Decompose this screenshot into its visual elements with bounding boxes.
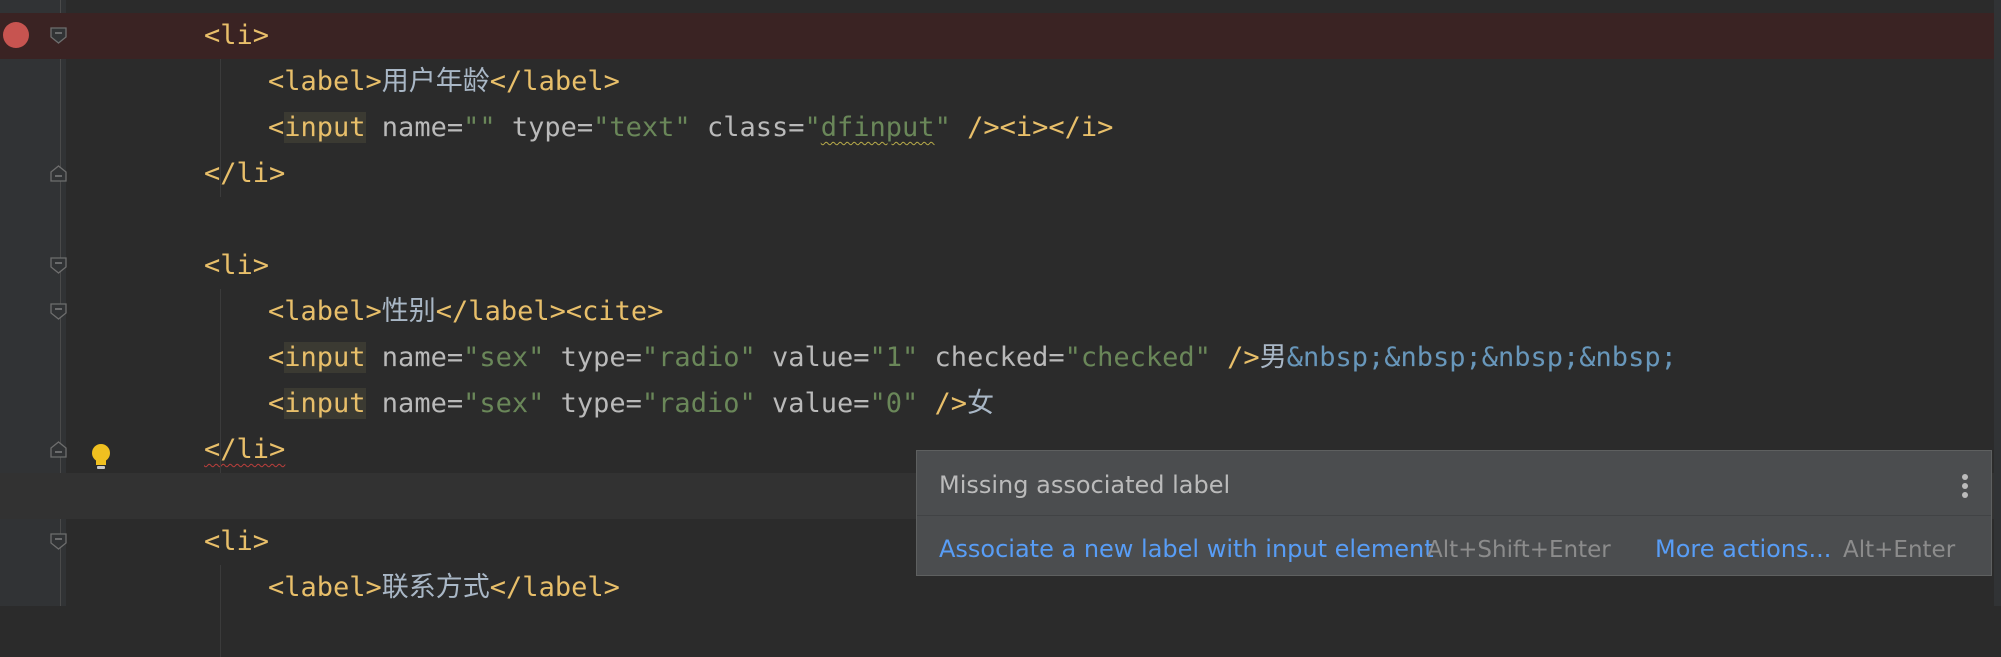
code-token: <label> bbox=[268, 572, 382, 603]
fold-marker-icon[interactable] bbox=[50, 303, 67, 320]
code-token: dfinput bbox=[820, 112, 935, 143]
code-token: /><i></i> bbox=[950, 112, 1114, 143]
indent-guide bbox=[220, 565, 221, 657]
code-token: </label> bbox=[489, 572, 620, 603]
code-token: "radio" bbox=[641, 388, 756, 419]
code-token: "sex" bbox=[463, 388, 545, 419]
code-line[interactable] bbox=[0, 197, 2001, 243]
code-token: checked= bbox=[918, 342, 1065, 373]
fold-marker-icon[interactable] bbox=[50, 27, 67, 44]
code-line-content: </li> bbox=[204, 151, 285, 197]
associate-label-action[interactable]: Associate a new label with input element bbox=[939, 535, 1434, 563]
code-token: /> bbox=[918, 388, 968, 419]
code-line-content: <label>用户年龄</label> bbox=[268, 59, 620, 105]
code-token: type= bbox=[544, 388, 642, 419]
code-token: &nbsp;&nbsp;&nbsp;&nbsp; bbox=[1286, 342, 1677, 373]
code-token: <label> bbox=[268, 66, 382, 97]
code-token: <label> bbox=[268, 296, 382, 327]
code-line-content: <li> bbox=[204, 243, 269, 289]
code-token: "text" bbox=[593, 112, 691, 143]
breakpoint-icon[interactable] bbox=[3, 22, 29, 48]
code-token: <li> bbox=[204, 20, 270, 51]
indent-guide bbox=[220, 59, 221, 197]
code-token: name= bbox=[365, 388, 464, 419]
code-token: input bbox=[284, 388, 366, 419]
code-token: value= bbox=[755, 342, 870, 373]
code-token: "radio" bbox=[641, 342, 756, 373]
code-token: name= bbox=[365, 342, 464, 373]
code-line[interactable]: <input name="sex" type="radio" value="0"… bbox=[0, 381, 2001, 427]
fold-marker-icon[interactable] bbox=[50, 165, 67, 182]
code-line[interactable]: <input name="" type="text" class="dfinpu… bbox=[0, 105, 2001, 151]
code-token: </label><cite> bbox=[435, 296, 664, 327]
code-token: 性别 bbox=[381, 296, 436, 327]
vertical-scrollbar[interactable] bbox=[1994, 0, 2001, 606]
code-token: type= bbox=[544, 342, 642, 373]
code-token: class= bbox=[690, 112, 805, 143]
code-line-content: <li> bbox=[204, 13, 269, 59]
code-token: "0" bbox=[869, 388, 919, 419]
code-token: </li> bbox=[204, 158, 286, 189]
popup-title: Missing associated label bbox=[939, 471, 1231, 499]
code-token: type= bbox=[495, 112, 594, 143]
code-line-content: <label>联系方式</label> bbox=[268, 565, 620, 611]
code-line-content: <input name="sex" type="radio" value="0"… bbox=[268, 381, 994, 427]
code-token: < bbox=[268, 388, 285, 419]
code-token: <li> bbox=[204, 250, 270, 281]
fold-marker-icon[interactable] bbox=[50, 257, 67, 274]
popup-divider bbox=[917, 515, 1991, 516]
inspection-popup: Missing associated label Associate a new… bbox=[916, 450, 1992, 576]
code-token: < bbox=[268, 112, 285, 143]
code-line[interactable]: <label>性别</label><cite> bbox=[0, 289, 2001, 335]
code-token: " bbox=[804, 112, 821, 143]
code-token: "sex" bbox=[463, 342, 545, 373]
code-token: "checked" bbox=[1064, 342, 1211, 373]
code-token: 女 bbox=[967, 388, 995, 419]
code-token: value= bbox=[755, 388, 870, 419]
code-line-content: <label>性别</label><cite> bbox=[268, 289, 663, 335]
code-token: 联系方式 bbox=[381, 572, 490, 603]
lightbulb-icon[interactable] bbox=[88, 442, 114, 472]
code-token: input bbox=[284, 342, 366, 373]
associate-label-shortcut: Alt+Shift+Enter bbox=[1427, 537, 1611, 563]
code-token: 用户年龄 bbox=[381, 66, 490, 97]
code-token: < bbox=[268, 342, 285, 373]
more-vertical-icon[interactable] bbox=[1961, 473, 1969, 499]
code-line[interactable]: <input name="sex" type="radio" value="1"… bbox=[0, 335, 2001, 381]
code-token: </li> bbox=[204, 434, 286, 465]
more-actions-link[interactable]: More actions... bbox=[1655, 535, 1831, 563]
code-token: "1" bbox=[869, 342, 919, 373]
code-token: /> bbox=[1210, 342, 1260, 373]
code-line-content: <input name="sex" type="radio" value="1"… bbox=[268, 335, 1677, 381]
code-token: "" bbox=[463, 112, 496, 143]
code-token: input bbox=[284, 112, 366, 143]
code-line-content: <input name="" type="text" class="dfinpu… bbox=[268, 105, 1113, 151]
fold-marker-icon[interactable] bbox=[50, 441, 67, 458]
code-line[interactable]: </li> bbox=[0, 151, 2001, 197]
code-line[interactable]: <label>用户年龄</label> bbox=[0, 59, 2001, 105]
code-token: <li> bbox=[204, 526, 270, 557]
code-line-content: <li> bbox=[204, 519, 269, 565]
fold-marker-icon[interactable] bbox=[50, 533, 67, 550]
code-line-content: </li> bbox=[204, 427, 285, 473]
code-token: </label> bbox=[489, 66, 620, 97]
indent-guide bbox=[220, 289, 221, 473]
code-line[interactable]: <li> bbox=[0, 243, 2001, 289]
code-token: 男 bbox=[1259, 342, 1287, 373]
more-actions-shortcut: Alt+Enter bbox=[1843, 537, 1956, 563]
code-token: " bbox=[934, 112, 951, 143]
code-token: name= bbox=[365, 112, 464, 143]
code-line[interactable]: <li> bbox=[0, 13, 2001, 59]
